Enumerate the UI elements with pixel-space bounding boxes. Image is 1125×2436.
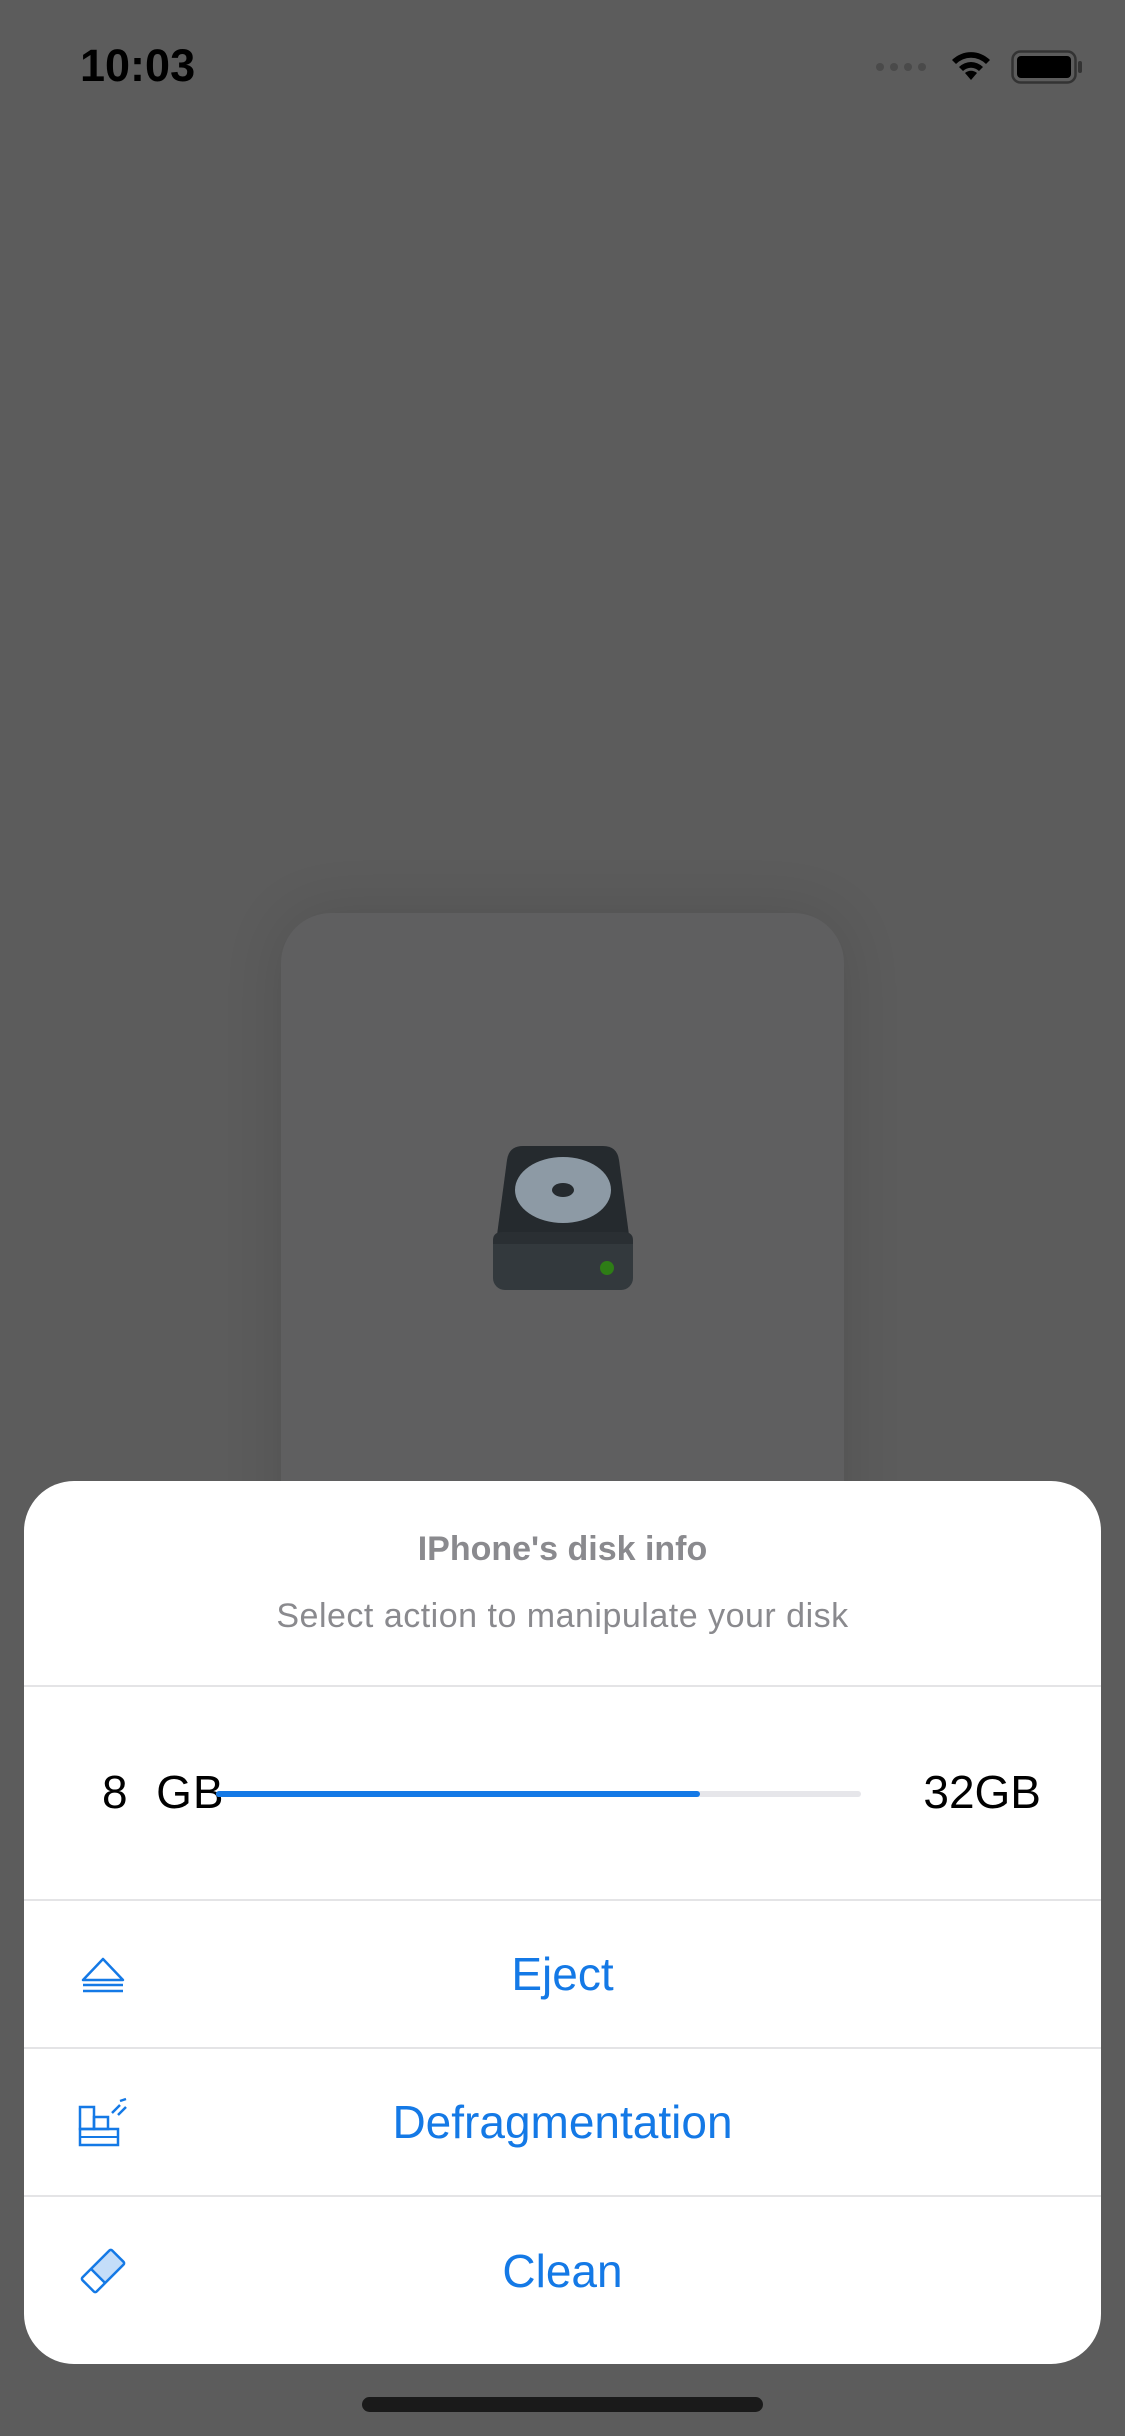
used-space-label: 8 GB — [102, 1766, 225, 1818]
defragmentation-button[interactable]: Defragmentation — [24, 2049, 1101, 2197]
screen: 10:03 IPhone's disk info Select action t… — [0, 0, 1125, 2436]
eraser-icon — [80, 2248, 126, 2294]
sheet-title: IPhone's disk info — [417, 1530, 708, 1568]
total-space-label: 32GB — [923, 1766, 1041, 1818]
eject-label: Eject — [511, 1948, 614, 2000]
hard-disk-icon — [493, 1146, 633, 1290]
wifi-icon — [952, 52, 990, 80]
eject-button[interactable]: Eject — [24, 1901, 1101, 2049]
status-time: 10:03 — [80, 40, 196, 91]
disk-usage-progress — [216, 1791, 861, 1797]
home-indicator[interactable] — [362, 2397, 763, 2412]
defragmentation-icon — [78, 2097, 127, 2147]
defragmentation-label: Defragmentation — [392, 2096, 733, 2148]
sheet-header: IPhone's disk info Select action to mani… — [24, 1481, 1101, 1687]
action-sheet: IPhone's disk info Select action to mani… — [24, 1481, 1101, 2364]
status-icons — [875, 50, 1083, 84]
sheet-subtitle: Select action to manipulate your disk — [276, 1597, 849, 1635]
signal-icon — [876, 63, 926, 71]
eject-icon — [81, 1957, 125, 1993]
battery-icon — [1011, 50, 1082, 84]
disk-usage-progress-fill — [216, 1791, 700, 1797]
clean-button[interactable]: Clean — [24, 2197, 1101, 2345]
clean-label: Clean — [502, 2245, 623, 2297]
